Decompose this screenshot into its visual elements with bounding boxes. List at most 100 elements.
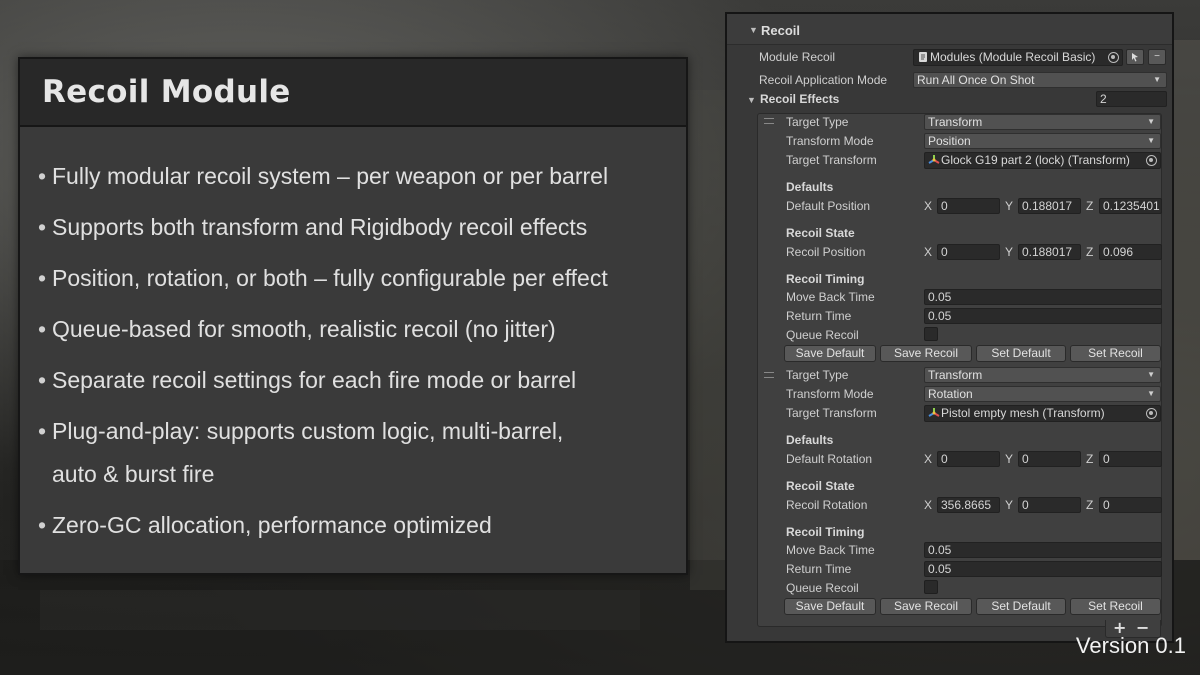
application-mode-dropdown[interactable]: Run All Once On Shot ▼ (913, 72, 1167, 88)
dropdown-arrow-icon: ▼ (1147, 136, 1155, 145)
save-recoil-button[interactable]: Save Recoil (880, 345, 972, 362)
target-type-dropdown[interactable]: Transform ▼ (924, 114, 1161, 130)
state-y-field[interactable]: 0 (1018, 497, 1081, 513)
state-x-field[interactable]: 0 (937, 244, 1000, 260)
return-time-field[interactable]: 0.05 (924, 561, 1162, 577)
cursor-icon (1132, 53, 1138, 62)
queue-recoil-checkbox[interactable] (924, 580, 938, 594)
feature-item: • Position, rotation, or both – fully con… (38, 257, 686, 300)
queue-recoil-label: Queue Recoil (786, 328, 859, 342)
move-back-time-field[interactable]: 0.05 (924, 289, 1162, 305)
state-z-field[interactable]: 0.096 (1099, 244, 1162, 260)
state-z-field[interactable]: 0 (1099, 497, 1162, 513)
module-recoil-label: Module Recoil (759, 50, 836, 64)
set-recoil-button[interactable]: Set Recoil (1070, 345, 1161, 362)
queue-recoil-label: Queue Recoil (786, 581, 859, 595)
script-icon (919, 52, 927, 62)
set-recoil-button[interactable]: Set Recoil (1070, 598, 1161, 615)
application-mode-label: Recoil Application Mode (759, 73, 888, 87)
drag-handle-icon[interactable] (764, 372, 774, 382)
transform-icon (928, 155, 940, 164)
default-z-field[interactable]: 0.1235401 (1099, 198, 1162, 214)
feature-text: Position, rotation, or both – fully conf… (52, 265, 608, 291)
target-transform-label: Target Transform (786, 406, 877, 420)
recoil-timing-header: Recoil Timing (786, 525, 865, 539)
object-picker-icon[interactable] (1108, 52, 1119, 63)
recoil-state-header: Recoil State (786, 479, 855, 493)
default-rotation-label: Default Rotation (786, 452, 873, 466)
target-transform-field[interactable]: Pistol empty mesh (Transform) (924, 405, 1161, 422)
dropdown-arrow-icon: ▼ (1147, 370, 1155, 379)
state-x-field[interactable]: 356.8665 (937, 497, 1000, 513)
feature-text: Supports both transform and Rigidbody re… (52, 214, 588, 240)
component-header[interactable]: ▼ Recoil (727, 14, 1172, 45)
feature-item: • Fully modular recoil system – per weapo… (38, 155, 686, 198)
target-type-dropdown[interactable]: Transform ▼ (924, 367, 1161, 383)
feature-item: • Supports both transform and Rigidbody r… (38, 206, 686, 249)
default-y-field[interactable]: 0 (1018, 451, 1081, 467)
recoil-effects-count[interactable]: 2 (1096, 91, 1167, 107)
transform-icon (928, 408, 940, 417)
return-time-field[interactable]: 0.05 (924, 308, 1162, 324)
recoil-position-label: Recoil Position (786, 245, 866, 259)
recoil-state-header: Recoil State (786, 226, 855, 240)
target-transform-value: Pistol empty mesh (Transform) (941, 406, 1105, 420)
feature-text: Separate recoil settings for each fire m… (52, 367, 577, 393)
state-y-field[interactable]: 0.188017 (1018, 244, 1081, 260)
drag-handle-icon[interactable] (764, 118, 774, 128)
remove-module-button[interactable]: − (1148, 49, 1166, 65)
defaults-header: Defaults (786, 433, 834, 447)
target-transform-field[interactable]: Glock G19 part 2 (lock) (Transform) (924, 152, 1161, 169)
dropdown-arrow-icon: ▼ (1153, 75, 1161, 84)
foldout-arrow-icon[interactable]: ▼ (747, 95, 756, 105)
recoil-rotation-label: Recoil Rotation (786, 498, 868, 512)
axis-y-label: Y (1005, 452, 1014, 466)
feature-text: Plug-and-play: supports custom logic, mu… (52, 418, 564, 487)
set-default-button[interactable]: Set Default (976, 345, 1066, 362)
target-type-value: Transform (928, 115, 983, 129)
default-y-field[interactable]: 0.188017 (1018, 198, 1081, 214)
return-time-label: Return Time (786, 562, 852, 576)
transform-mode-dropdown[interactable]: Position ▼ (924, 133, 1161, 149)
save-default-button[interactable]: Save Default (784, 598, 876, 615)
foldout-arrow-icon[interactable]: ▼ (749, 25, 758, 35)
recoil-timing-header: Recoil Timing (786, 272, 865, 286)
transform-mode-label: Transform Mode (786, 134, 874, 148)
axis-y-label: Y (1005, 199, 1014, 213)
dropdown-arrow-icon: ▼ (1147, 117, 1155, 126)
target-transform-value: Glock G19 part 2 (lock) (Transform) (941, 153, 1130, 167)
feature-list: • Fully modular recoil system – per weapo… (20, 127, 686, 547)
module-recoil-field[interactable]: Modules (Module Recoil Basic) (913, 49, 1123, 66)
axis-x-label: X (924, 498, 933, 512)
transform-mode-dropdown[interactable]: Rotation ▼ (924, 386, 1161, 402)
axis-z-label: Z (1086, 452, 1094, 466)
object-picker-icon[interactable] (1146, 408, 1157, 419)
module-recoil-value: Modules (Module Recoil Basic) (930, 50, 1096, 64)
recoil-inspector: ▼ Recoil Module Recoil Modules (Module R… (725, 12, 1174, 643)
move-back-time-field[interactable]: 0.05 (924, 542, 1162, 558)
axis-z-label: Z (1086, 498, 1094, 512)
ping-button[interactable] (1126, 49, 1144, 65)
axis-z-label: Z (1086, 245, 1094, 259)
save-default-button[interactable]: Save Default (784, 345, 876, 362)
axis-y-label: Y (1005, 245, 1014, 259)
target-type-value: Transform (928, 368, 983, 382)
default-position-label: Default Position (786, 199, 871, 213)
recoil-effects-label: Recoil Effects (760, 92, 840, 106)
default-z-field[interactable]: 0 (1099, 451, 1162, 467)
transform-mode-value: Position (928, 134, 971, 148)
feature-item: • Plug-and-play: supports custom logic, m… (38, 410, 686, 496)
defaults-header: Defaults (786, 180, 834, 194)
save-recoil-button[interactable]: Save Recoil (880, 598, 972, 615)
default-x-field[interactable]: 0 (937, 198, 1000, 214)
info-panel-title: Recoil Module (42, 74, 291, 110)
feature-item: • Zero-GC allocation, performance optimiz… (38, 504, 686, 547)
axis-y-label: Y (1005, 498, 1014, 512)
object-picker-icon[interactable] (1146, 155, 1157, 166)
queue-recoil-checkbox[interactable] (924, 327, 938, 341)
default-x-field[interactable]: 0 (937, 451, 1000, 467)
feature-item: • Queue-based for smooth, realistic recoi… (38, 308, 686, 351)
feature-text: Fully modular recoil system – per weapon… (52, 163, 609, 189)
return-time-label: Return Time (786, 309, 852, 323)
set-default-button[interactable]: Set Default (976, 598, 1066, 615)
